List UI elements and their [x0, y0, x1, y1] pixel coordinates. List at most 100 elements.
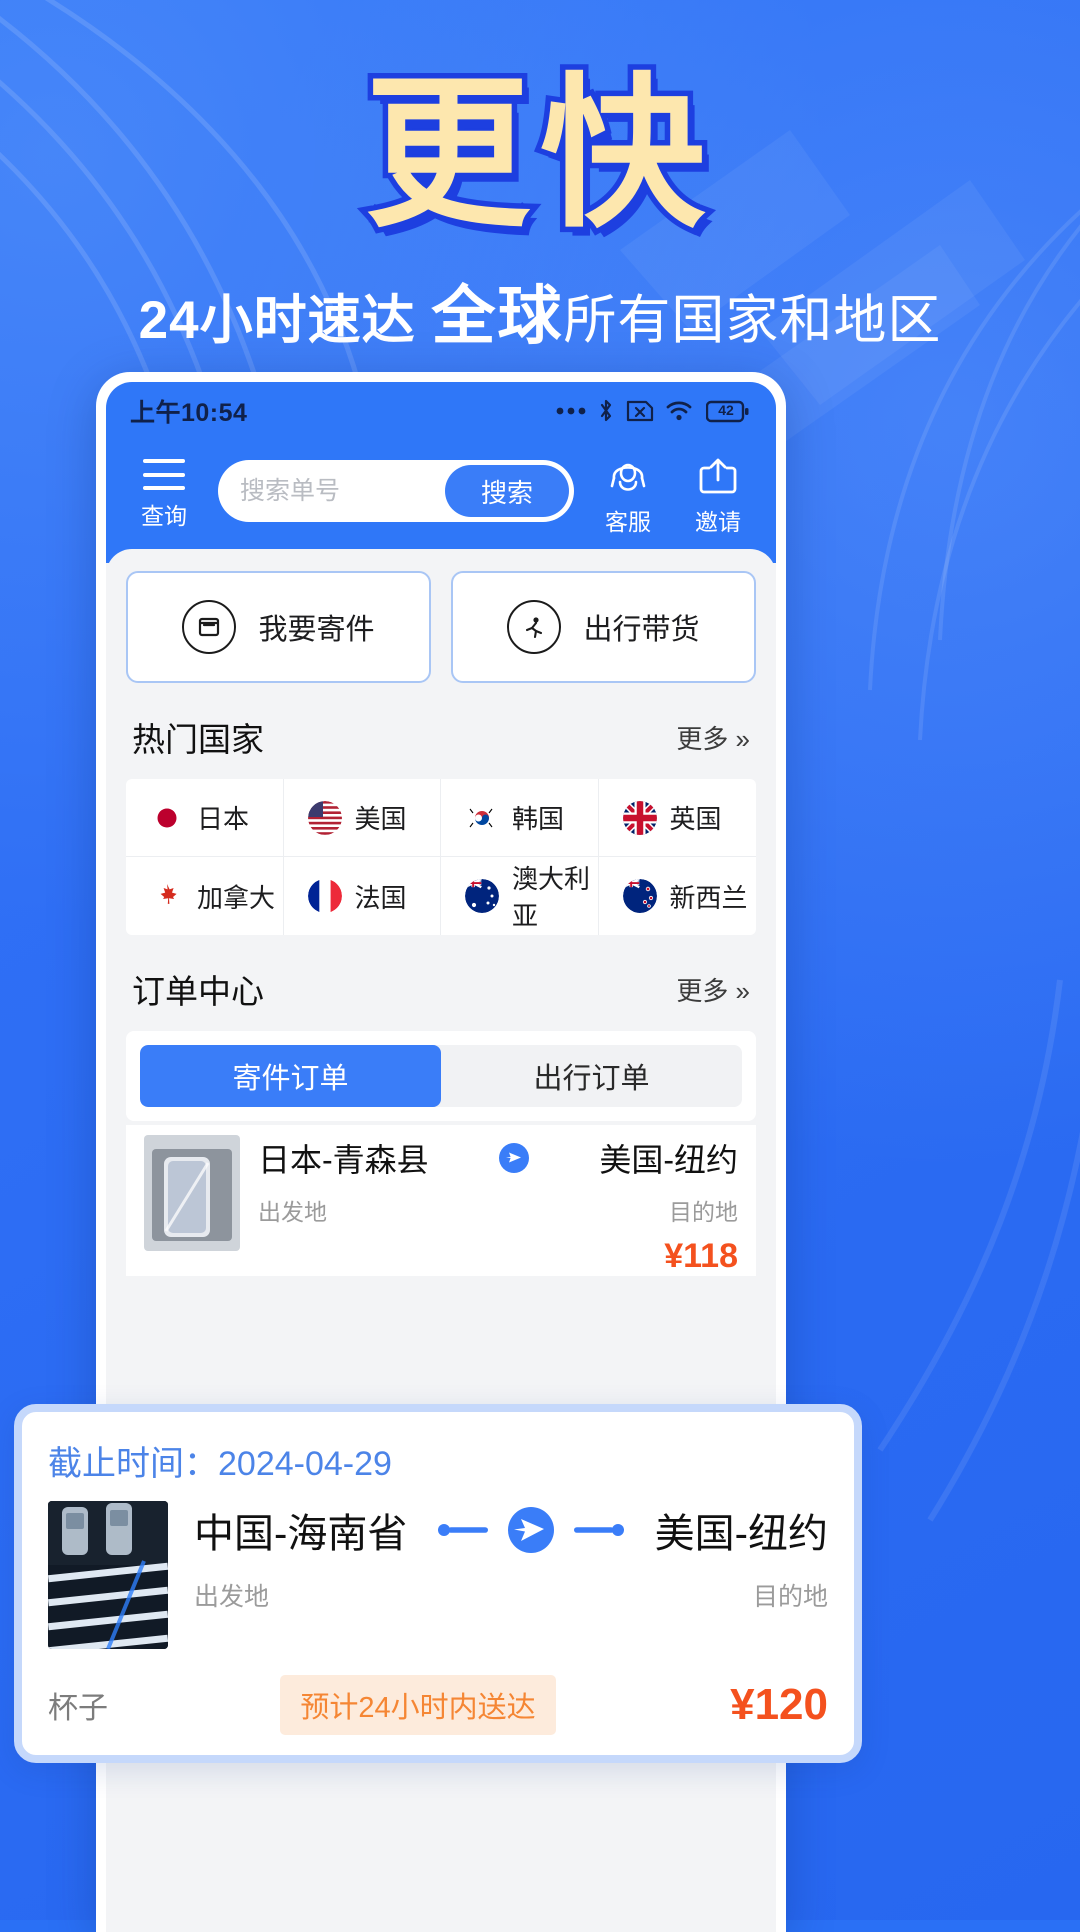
quick-action-travel-carry[interactable]: 出行带货 [451, 571, 756, 683]
wifi-icon [666, 401, 692, 421]
order-center-header: 订单中心 更多 » [126, 935, 756, 1031]
country-label: 新西兰 [669, 882, 748, 913]
highlighted-order-footer: 杯子 预计24小时内送达 ¥120 [48, 1675, 828, 1735]
search-bar[interactable]: 搜索 [218, 460, 574, 522]
subtitle-emphasis: 全球 [431, 279, 564, 352]
highlighted-order-route: 中国-海南省 美国-纽约 [194, 1501, 828, 1559]
country-label: 法国 [354, 882, 407, 913]
country-item-nz[interactable]: 新西兰 [599, 857, 757, 935]
country-label: 加拿大 [197, 882, 276, 913]
country-item-jp[interactable]: 日本 [126, 779, 284, 857]
order-list: 日本-青森县 美国-纽约 出发地 目的地 ¥118 [126, 1125, 756, 1276]
page-title: 更快 [360, 57, 715, 252]
headset-icon [610, 463, 646, 491]
highlighted-order-main: 中国-海南省 美国-纽约 出发地 目的地 [194, 1501, 828, 1613]
customer-service-button[interactable]: 客服 [592, 456, 664, 537]
quick-action-send-package[interactable]: 我要寄件 [126, 571, 431, 683]
country-label: 美国 [354, 804, 407, 834]
flag-ca-icon [150, 879, 184, 913]
quick-action-label: 出行带货 [583, 614, 700, 646]
invite-label: 邀请 [695, 509, 741, 535]
sim-x-icon [626, 400, 654, 422]
order-route: 日本-青森县 美国-纽约 出发地 目的地 ¥118 [258, 1135, 738, 1276]
delivery-estimate-badge: 预计24小时内送达 [280, 1675, 556, 1735]
order-row[interactable]: 日本-青森县 美国-纽约 出发地 目的地 ¥118 [144, 1135, 738, 1276]
highlighted-order-route-labels: 出发地 目的地 [194, 1577, 828, 1613]
order-deadline: 截止时间：2024-04-29 [48, 1445, 392, 1483]
order-destination: 美国-纽约 [599, 1142, 738, 1178]
country-item-fr[interactable]: 法国 [284, 857, 441, 935]
content-sheet: 我要寄件 出行带货 热门国家 更多 » 日本 美国 韩国 英国 加拿大 法国 澳… [106, 549, 776, 1276]
country-label: 英国 [669, 804, 722, 834]
share-icon [699, 458, 737, 494]
highlighted-order-thumbnail [48, 1501, 168, 1649]
flag-kr-icon [465, 800, 499, 835]
route-arrow [431, 1504, 631, 1556]
hot-countries-header: 热门国家 更多 » [126, 683, 756, 779]
order-origin-label: 出发地 [258, 1199, 327, 1225]
order-tabs: 寄件订单 出行订单 [140, 1045, 742, 1107]
tab-send-orders[interactable]: 寄件订单 [140, 1045, 441, 1107]
country-label: 日本 [197, 804, 250, 834]
order-price: ¥118 [664, 1237, 738, 1275]
airplane-icon [438, 1507, 624, 1553]
tab-travel-orders[interactable]: 出行订单 [441, 1045, 742, 1107]
hamburger-icon [143, 456, 185, 490]
country-item-au[interactable]: 澳大利亚 [441, 857, 599, 935]
hot-countries-title: 热门国家 [132, 721, 264, 758]
menu-query-label: 查询 [141, 503, 187, 529]
order-origin: 日本-青森县 [258, 1142, 429, 1178]
hot-countries-grid: 日本 美国 韩国 英国 加拿大 法国 澳大利亚 新西兰 [126, 779, 756, 935]
flag-gb-icon [622, 800, 657, 835]
flag-au-icon [465, 879, 499, 913]
battery-level: 42 [718, 402, 734, 418]
menu-query-button[interactable]: 查询 [128, 456, 200, 531]
package-icon [182, 600, 237, 654]
highlighted-order-card[interactable]: 截止时间：2024-04-29 中国-海南省 美国-纽约 出发地 目的地 杯子 … [14, 1404, 862, 1763]
subtitle-part-2: 所有国家和地区 [563, 290, 942, 350]
country-item-ca[interactable]: 加拿大 [126, 857, 284, 935]
airplane-icon [499, 1143, 529, 1173]
flag-fr-icon [307, 879, 342, 913]
country-item-us[interactable]: 美国 [283, 779, 441, 857]
search-button[interactable]: 搜索 [445, 465, 569, 517]
highlighted-order-body: 中国-海南省 美国-纽约 出发地 目的地 [48, 1501, 828, 1649]
quick-action-label: 我要寄件 [258, 614, 375, 646]
order-thumbnail [144, 1135, 240, 1251]
order-center-title: 订单中心 [132, 973, 264, 1010]
flag-jp-icon [150, 800, 184, 835]
subtitle-part-1: 24小时速达 [138, 290, 416, 350]
status-bar-time: 上午10:54 [130, 399, 248, 427]
order-center-more-link[interactable]: 更多 » [676, 971, 750, 1008]
country-label: 澳大利亚 [512, 864, 591, 931]
country-item-kr[interactable]: 韩国 [441, 779, 599, 857]
flag-us-icon [307, 800, 342, 835]
status-bar: 上午10:54 42 [106, 382, 776, 440]
app-header: 查询 搜索 客服 邀请 [106, 440, 776, 563]
hero-subtitle: 24小时速达 全球所有国家和地区 [0, 265, 1080, 357]
hot-countries-more-link[interactable]: 更多 » [676, 719, 750, 756]
hero-section: 更快 24小时速达 全球所有国家和地区 [0, 0, 1080, 357]
runner-icon [507, 600, 562, 654]
quick-actions-row: 我要寄件 出行带货 [126, 571, 756, 683]
order-destination-label: 目的地 [669, 1199, 738, 1225]
search-input[interactable] [240, 476, 445, 506]
highlighted-order-origin: 中国-海南省 [194, 1512, 408, 1556]
order-tabs-card: 寄件订单 出行订单 [126, 1031, 756, 1121]
highlighted-order-destination: 美国-纽约 [654, 1512, 828, 1556]
highlighted-order-price: ¥120 [730, 1680, 828, 1729]
customer-service-label: 客服 [605, 509, 651, 535]
highlighted-order-goods: 杯子 [48, 1692, 108, 1725]
country-label: 韩国 [512, 804, 565, 834]
bluetooth-icon [600, 399, 612, 422]
highlighted-order-destination-label: 目的地 [752, 1583, 828, 1611]
country-item-gb[interactable]: 英国 [598, 779, 756, 857]
order-route-top: 日本-青森县 美国-纽约 [258, 1135, 738, 1181]
more-dots-icon [556, 407, 586, 415]
invite-button[interactable]: 邀请 [682, 456, 754, 537]
battery-icon: 42 [706, 400, 750, 423]
status-bar-icons: 42 [556, 398, 750, 424]
order-route-labels: 出发地 目的地 [258, 1193, 738, 1227]
highlighted-order-origin-label: 出发地 [194, 1583, 270, 1611]
flag-nz-icon [622, 879, 657, 913]
